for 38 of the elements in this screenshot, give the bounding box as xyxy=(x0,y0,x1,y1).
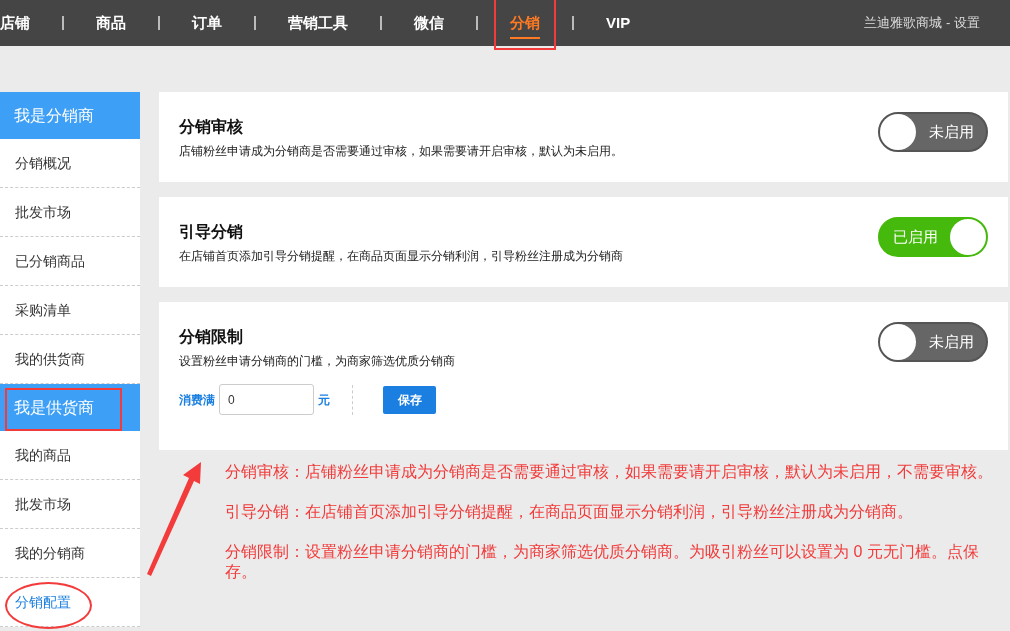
sidebar-item[interactable]: 分销配置 xyxy=(0,578,140,627)
field-label: 消费满 xyxy=(179,391,215,409)
setting-description: 店铺粉丝申请成为分销商是否需要通过审核，如果需要请开启审核，默认为未启用。 xyxy=(179,143,623,160)
sidebar-item[interactable]: 分销概况 xyxy=(0,139,140,188)
sidebar-item[interactable]: 我的商品 xyxy=(0,431,140,480)
toggle-knob xyxy=(880,114,916,150)
nav-tab[interactable]: 商品 xyxy=(96,0,126,46)
sidebar-item[interactable]: 采购清单 xyxy=(0,286,140,335)
setting-description: 设置粉丝申请分销商的门槛，为商家筛选优质分销商 xyxy=(179,353,455,370)
annotation-note: 引导分销：在店铺首页添加引导分销提醒，在商品页面显示分销利润，引导粉丝注册成为分销商。 xyxy=(225,502,914,522)
toggle-switch[interactable]: 未启用 xyxy=(878,322,988,362)
sidebar-item[interactable]: 批发市场 xyxy=(0,188,140,237)
nav-tab[interactable]: 微信 xyxy=(414,0,444,46)
nav-tab[interactable]: VIP xyxy=(606,0,631,46)
toggle-knob xyxy=(880,324,916,360)
annotation-note: 分销限制：设置粉丝申请分销商的门槛，为商家筛选优质分销商。为吸引粉丝可以设置为 0 元无门槛。点保存。 xyxy=(225,542,980,582)
unit-label: 元 xyxy=(318,391,330,409)
toggle-label: 已启用 xyxy=(891,226,939,247)
save-button[interactable]: 保存 xyxy=(383,385,436,414)
sidebar-item[interactable]: 我的分销商 xyxy=(0,529,140,578)
active-underline xyxy=(510,37,540,39)
nav-tab[interactable]: 订单 xyxy=(192,0,222,46)
nav-tab[interactable]: 营销工具 xyxy=(288,0,348,46)
setting-title: 引导分销 xyxy=(179,222,243,242)
nav-tab[interactable]: 分销 xyxy=(510,0,540,46)
toggle-label: 未启用 xyxy=(927,121,975,142)
setting-title: 分销限制 xyxy=(179,327,243,347)
amount-input-field[interactable]: 0 xyxy=(219,384,314,415)
toggle-switch[interactable]: 未启用 xyxy=(878,112,988,152)
toggle-label: 未启用 xyxy=(927,331,975,352)
nav-tab[interactable]: 店铺 xyxy=(0,0,30,46)
account-settings-link[interactable]: 兰迪雅歌商城 - 设置 xyxy=(864,13,980,33)
toggle-knob xyxy=(950,219,986,255)
setting-title: 分销审核 xyxy=(179,117,243,137)
setting-description: 在店铺首页添加引导分销提醒，在商品页面显示分销利润，引导粉丝注册成为分销商 xyxy=(179,248,623,265)
sidebar-item[interactable]: 已分销商品 xyxy=(0,237,140,286)
sidebar-item[interactable]: 批发市场 xyxy=(0,480,140,529)
annotation-note: 分销审核：店铺粉丝申请成为分销商是否需要通过审核，如果需要请开启审核，默认为未启用，不需要审核。 xyxy=(225,462,993,482)
